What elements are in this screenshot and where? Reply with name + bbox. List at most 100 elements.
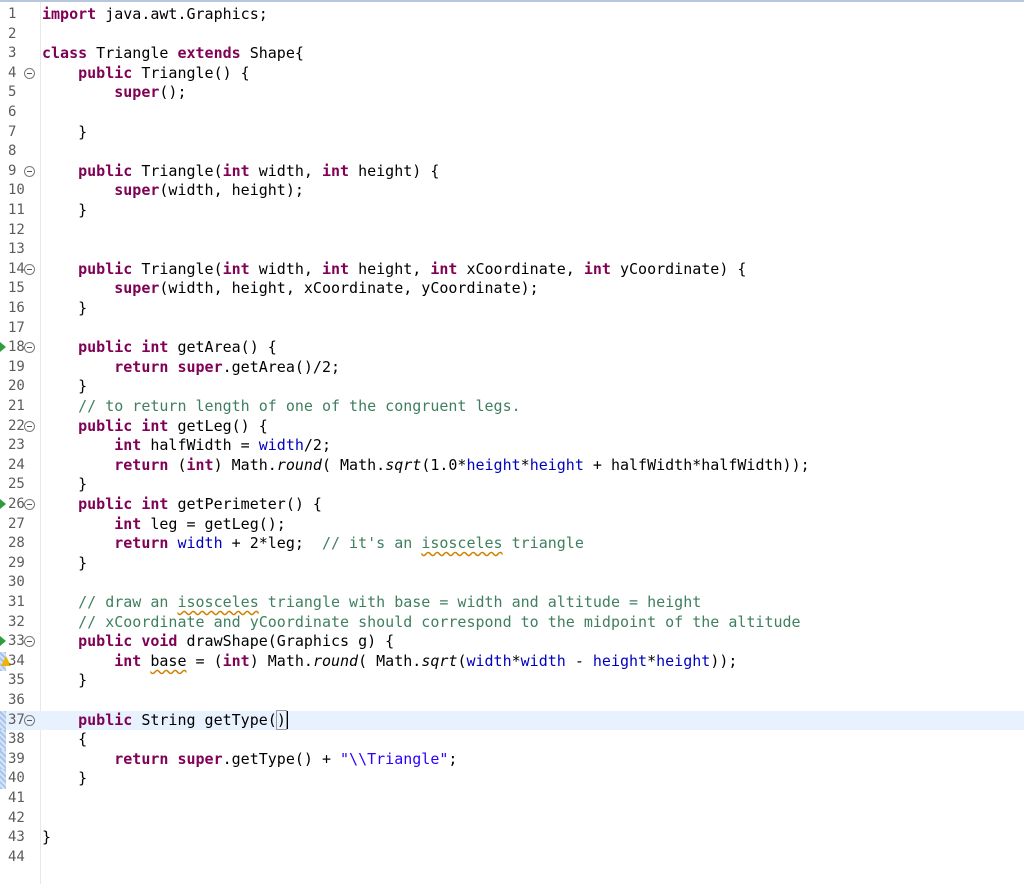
- code-text[interactable]: super(width, height);: [42, 181, 304, 201]
- code-line[interactable]: 7 }: [0, 123, 1024, 143]
- code-text[interactable]: }: [42, 671, 87, 691]
- code-text[interactable]: return width + 2*leg; // it's an isoscel…: [42, 534, 584, 554]
- code-line[interactable]: 11 }: [0, 201, 1024, 221]
- code-text[interactable]: }: [42, 828, 51, 848]
- code-line[interactable]: 20 }: [0, 377, 1024, 397]
- line-number-text: 23: [8, 437, 25, 454]
- code-line[interactable]: 24 return (int) Math.round( Math.sqrt(1.…: [0, 456, 1024, 476]
- code-line[interactable]: 4 public Triangle() {: [0, 64, 1024, 84]
- code-token: yCoordinate) {: [610, 259, 747, 278]
- fold-toggle-icon[interactable]: [24, 499, 35, 510]
- code-text[interactable]: class Triangle extends Shape{: [42, 44, 304, 64]
- code-line[interactable]: 44: [0, 848, 1024, 868]
- line-number-text: 35: [8, 672, 25, 689]
- field-token: height: [656, 651, 711, 670]
- code-line[interactable]: 26 public int getPerimeter() {: [0, 495, 1024, 515]
- code-line[interactable]: 23 int halfWidth = width/2;: [0, 436, 1024, 456]
- code-text[interactable]: }: [42, 377, 87, 397]
- code-line[interactable]: 13: [0, 240, 1024, 260]
- line-number: 36: [0, 691, 40, 711]
- code-line[interactable]: 8: [0, 142, 1024, 162]
- code-text[interactable]: int leg = getLeg();: [42, 515, 286, 535]
- override-marker-icon[interactable]: [0, 342, 6, 353]
- code-text[interactable]: return (int) Math.round( Math.sqrt(1.0*h…: [42, 455, 809, 476]
- code-line[interactable]: 5 super();: [0, 83, 1024, 103]
- fold-toggle-icon[interactable]: [24, 165, 35, 177]
- code-line[interactable]: 22 public int getLeg() {: [0, 417, 1024, 437]
- code-text[interactable]: public Triangle(int width, int height, i…: [42, 260, 746, 280]
- code-text[interactable]: int base = (int) Math.round( Math.sqrt(w…: [42, 652, 737, 672]
- code-text[interactable]: public Triangle(int width, int height) {: [42, 162, 439, 182]
- code-line[interactable]: 38 {: [0, 730, 1024, 750]
- fold-toggle-icon[interactable]: [24, 263, 35, 275]
- code-text[interactable]: return super.getType() + "\\Triangle";: [42, 750, 457, 770]
- code-text[interactable]: }: [42, 123, 87, 143]
- code-line[interactable]: 34 int base = (int) Math.round( Math.sqr…: [0, 651, 1024, 672]
- code-editor[interactable]: 1 import java.awt.Graphics; 2 3 class Triang…: [0, 2, 1024, 884]
- code-line[interactable]: 36: [0, 691, 1024, 711]
- code-line[interactable]: 30: [0, 573, 1024, 593]
- code-text[interactable]: super();: [42, 83, 186, 103]
- code-line[interactable]: 39 return super.getType() + "\\Triangle"…: [0, 749, 1024, 770]
- code-text[interactable]: }: [42, 475, 87, 495]
- code-line[interactable]: 15 super(width, height, xCoordinate, yCo…: [0, 279, 1024, 299]
- code-token: ) Math.: [213, 455, 277, 474]
- code-line[interactable]: 12: [0, 221, 1024, 241]
- code-line[interactable]: 42: [0, 809, 1024, 829]
- code-text[interactable]: }: [42, 299, 87, 319]
- code-text[interactable]: public int getArea() {: [42, 338, 277, 358]
- code-line[interactable]: 3 class Triangle extends Shape{: [0, 44, 1024, 64]
- override-marker-icon[interactable]: [0, 636, 6, 647]
- override-marker-icon[interactable]: [0, 499, 6, 509]
- code-text[interactable]: public String getType(): [42, 709, 288, 731]
- keyword-token: int: [222, 651, 250, 670]
- code-line[interactable]: 18 public int getArea() {: [0, 338, 1024, 358]
- code-text[interactable]: }: [42, 769, 87, 789]
- code-text[interactable]: import java.awt.Graphics;: [42, 5, 268, 25]
- code-text[interactable]: {: [42, 730, 87, 750]
- code-line[interactable]: 17: [0, 319, 1024, 339]
- code-line[interactable]: 16 }: [0, 299, 1024, 319]
- code-text[interactable]: }: [42, 201, 87, 221]
- code-text[interactable]: super(width, height, xCoordinate, yCoord…: [42, 279, 538, 299]
- code-line[interactable]: 10 super(width, height);: [0, 181, 1024, 201]
- code-line[interactable]: 25 }: [0, 475, 1024, 495]
- code-text[interactable]: public int getLeg() {: [42, 417, 268, 437]
- code-text[interactable]: public Triangle() {: [42, 64, 250, 84]
- code-text[interactable]: public int getPerimeter() {: [42, 495, 322, 515]
- fold-toggle-icon[interactable]: [24, 342, 35, 354]
- code-line[interactable]: 33 public void drawShape(Graphics g) {: [0, 632, 1024, 652]
- code-text[interactable]: return super.getArea()/2;: [42, 358, 340, 378]
- code-token: (1.0*: [421, 455, 467, 474]
- code-line[interactable]: 21 // to return length of one of the con…: [0, 397, 1024, 417]
- code-line[interactable]: 31 // draw an isosceles triangle with ba…: [0, 593, 1024, 613]
- line-number: 22: [0, 417, 40, 437]
- code-line[interactable]: 35 }: [0, 671, 1024, 691]
- code-line[interactable]: 9 public Triangle(int width, int height)…: [0, 162, 1024, 182]
- code-line[interactable]: 40 }: [0, 769, 1024, 789]
- line-number: 35: [0, 671, 40, 691]
- code-text[interactable]: // draw an isosceles triangle with base …: [42, 593, 701, 613]
- code-text[interactable]: }: [42, 554, 87, 574]
- code-line[interactable]: 37 public String getType(): [0, 709, 1024, 731]
- code-line[interactable]: 2: [0, 25, 1024, 45]
- code-text[interactable]: // to return length of one of the congru…: [42, 397, 521, 417]
- code-line[interactable]: 27 int leg = getLeg();: [0, 515, 1024, 535]
- code-line[interactable]: 14 public Triangle(int width, int height…: [0, 260, 1024, 280]
- fold-toggle-icon[interactable]: [24, 67, 35, 79]
- fold-toggle-icon[interactable]: [24, 714, 35, 726]
- code-line[interactable]: 41: [0, 789, 1024, 809]
- code-text[interactable]: int halfWidth = width/2;: [42, 436, 331, 456]
- line-number-text: 13: [8, 241, 25, 258]
- code-text[interactable]: public void drawShape(Graphics g) {: [42, 632, 394, 652]
- code-line[interactable]: 32 // xCoordinate and yCoordinate should…: [0, 613, 1024, 633]
- code-line[interactable]: 43}: [0, 828, 1024, 848]
- code-line[interactable]: 29 }: [0, 554, 1024, 574]
- code-text[interactable]: // xCoordinate and yCoordinate should co…: [42, 613, 800, 633]
- fold-toggle-icon[interactable]: [24, 636, 35, 648]
- fold-toggle-icon[interactable]: [24, 420, 35, 432]
- code-line[interactable]: 1 import java.awt.Graphics;: [0, 5, 1024, 25]
- code-line[interactable]: 19 return super.getArea()/2;: [0, 358, 1024, 378]
- code-line[interactable]: 28 return width + 2*leg; // it's an isos…: [0, 534, 1024, 554]
- code-line[interactable]: 6: [0, 103, 1024, 123]
